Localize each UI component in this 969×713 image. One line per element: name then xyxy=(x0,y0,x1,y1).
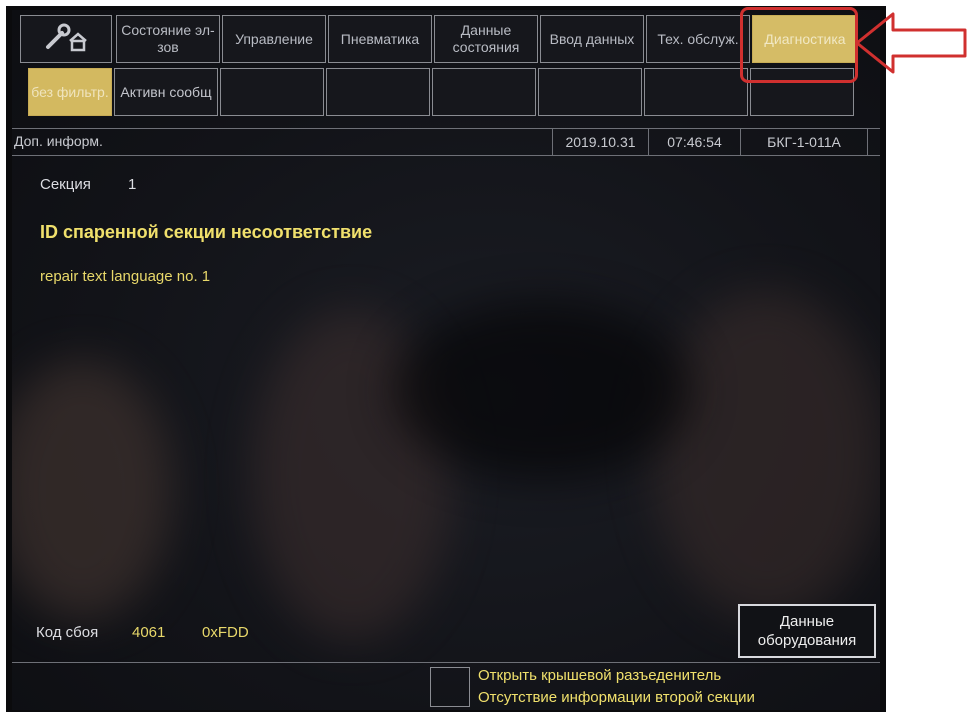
equipment-data-button[interactable]: Данные оборудования xyxy=(738,604,876,658)
status-indicator-box xyxy=(430,667,470,707)
subtab-active-messages[interactable]: Активн сообщ xyxy=(114,68,218,116)
time-display: 07:46:54 xyxy=(648,129,740,155)
subtab-unfiltered[interactable]: без фильтр. xyxy=(28,68,112,116)
reflection xyxy=(652,290,880,620)
tab-maintenance[interactable]: Тех. обслуж. xyxy=(646,15,750,63)
equipment-button-line1: Данные xyxy=(779,613,835,630)
equipment-button-line2: оборудования xyxy=(757,632,857,649)
tab-element-status[interactable]: Состояние эл-зов xyxy=(116,15,220,63)
red-arrow-icon xyxy=(855,12,967,74)
status-message: Открыть крышевой разъеденитель xyxy=(478,667,722,684)
status-bar: Открыть крышевой разъеденитель Отсутстви… xyxy=(12,662,880,710)
subtab-empty[interactable] xyxy=(432,68,536,116)
tab-pneumatics[interactable]: Пневматика xyxy=(328,15,432,63)
section-value: 1 xyxy=(128,176,137,193)
subtab-empty[interactable] xyxy=(644,68,748,116)
repair-text: repair text language no. 1 xyxy=(40,268,211,285)
subtab-empty[interactable] xyxy=(326,68,430,116)
tab-status-data[interactable]: Данные состояния xyxy=(434,15,538,63)
fault-code-hex: 0xFDD xyxy=(202,624,249,641)
wrench-house-icon xyxy=(42,19,90,59)
extra-info-label: Доп. информ. xyxy=(14,133,103,149)
date-display: 2019.10.31 xyxy=(552,129,648,155)
info-bar: Доп. информ. 2019.10.31 07:46:54 БКГ-1-0… xyxy=(12,128,880,156)
device-id: БКГ-1-011А xyxy=(740,129,868,155)
section-label: Секция xyxy=(40,176,91,193)
message-title: ID спаренной секции несоответствие xyxy=(40,222,373,242)
hmi-screen: Состояние эл-зов Управление Пневматика Д… xyxy=(12,10,880,710)
tab-control[interactable]: Управление xyxy=(222,15,326,63)
fault-code-label: Код сбоя xyxy=(36,624,99,641)
highlight-ring xyxy=(740,7,858,83)
subtab-empty[interactable] xyxy=(220,68,324,116)
reflection xyxy=(12,360,172,620)
subtab-empty[interactable] xyxy=(538,68,642,116)
home-tab[interactable] xyxy=(20,15,112,63)
fault-code-value: 4061 xyxy=(132,624,166,641)
tab-data-input[interactable]: Ввод данных xyxy=(540,15,644,63)
reflection xyxy=(392,300,692,480)
status-message: Отсутствие информации второй секции xyxy=(478,689,755,706)
